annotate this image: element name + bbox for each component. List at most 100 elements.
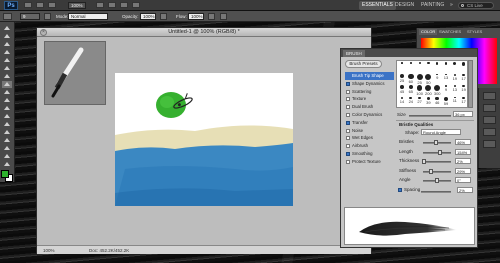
brush-tip[interactable]: 46 <box>433 96 441 107</box>
canvas-pasteboard[interactable] <box>37 37 371 245</box>
clone-stamp-tool[interactable] <box>2 89 12 96</box>
brush-tip[interactable]: 45 <box>398 85 406 95</box>
quick-select-tool[interactable] <box>2 49 12 56</box>
tab-styles[interactable]: STYLES <box>465 29 484 35</box>
hand-tool-icon[interactable] <box>96 2 104 8</box>
spacing-slider[interactable] <box>421 191 451 193</box>
brush-tip[interactable]: 11 <box>451 96 459 107</box>
flow-field[interactable]: 100% <box>188 13 204 20</box>
brush-tip[interactable]: 9 <box>442 85 450 95</box>
brush-option-checkbox[interactable] <box>346 136 350 141</box>
move-tool[interactable] <box>2 25 12 32</box>
brush-tip[interactable]: 27 <box>416 96 424 107</box>
brush-presets-button[interactable]: Brush Presets <box>345 60 382 68</box>
brush-option-checkbox[interactable] <box>346 120 350 125</box>
paths-icon[interactable] <box>483 140 496 148</box>
brush-option-row[interactable]: Protect Texture <box>345 158 394 166</box>
airbrush-icon[interactable] <box>208 13 215 20</box>
type-tool[interactable] <box>2 137 12 144</box>
brush-tip[interactable] <box>424 62 432 72</box>
masks-icon[interactable] <box>483 104 496 112</box>
spacing-field[interactable]: 2% <box>457 187 473 193</box>
workspace-essentials[interactable]: ESSENTIALS <box>359 1 396 10</box>
brush-tip[interactable]: 17 <box>460 73 468 84</box>
brush-tip[interactable]: 200 <box>424 85 432 96</box>
brush-option-checkbox[interactable] <box>346 151 350 156</box>
document-canvas[interactable] <box>115 73 293 206</box>
slider-value-field[interactable]: 2% <box>455 158 471 164</box>
brush-option-row[interactable]: Wet Edges <box>345 134 394 142</box>
slider-thumb[interactable] <box>435 178 439 183</box>
brush-tip-scrollbar[interactable] <box>468 60 473 108</box>
brush-option-checkbox[interactable] <box>346 159 350 164</box>
brush-tip[interactable]: 9 <box>433 73 441 84</box>
brush-tip[interactable]: 13 <box>451 85 459 95</box>
brush-tip[interactable] <box>416 62 424 72</box>
brush-tip[interactable]: 39 <box>424 96 432 107</box>
brush-tip[interactable] <box>451 62 459 72</box>
brush-option-row[interactable]: Dual Brush <box>345 103 394 111</box>
healing-brush-tool[interactable] <box>2 73 12 80</box>
workspace-design[interactable]: DESIGN <box>392 1 417 10</box>
brush-tool-preset-icon[interactable] <box>3 13 12 20</box>
zoom-field[interactable]: 100% <box>43 248 55 253</box>
brush-tip[interactable]: 25 <box>416 73 424 85</box>
mode-select[interactable]: Normal <box>68 13 108 20</box>
brush-tip[interactable]: 50 <box>424 73 432 85</box>
arrange-documents-icon[interactable] <box>120 2 128 8</box>
brush-tip[interactable] <box>398 62 406 72</box>
brush-option-row[interactable]: Color Dynamics <box>345 111 394 119</box>
slider-thumb[interactable] <box>437 149 442 155</box>
pen-tool[interactable] <box>2 129 12 136</box>
brush-tip[interactable]: 19 <box>460 85 468 95</box>
screen-mode-icon[interactable] <box>132 2 140 8</box>
shape-select[interactable]: Round Angle <box>421 129 461 135</box>
tablet-size-icon[interactable] <box>220 13 227 20</box>
slider-thumb[interactable] <box>429 168 434 174</box>
brush-option-row[interactable]: Noise <box>345 127 394 135</box>
brush-option-row[interactable]: Airbrush <box>345 142 394 150</box>
rotate-view-icon[interactable] <box>108 2 116 8</box>
brush-option-row[interactable]: Shape Dynamics <box>345 80 394 88</box>
document-titlebar[interactable]: × Untitled-1 @ 100% (RGB/8) * <box>37 28 371 37</box>
tab-brush[interactable]: BRUSH <box>343 50 365 57</box>
mini-bridge-icon[interactable] <box>36 2 44 8</box>
marquee-tool[interactable] <box>2 33 12 40</box>
brush-option-row[interactable]: Brush Tip Shape <box>345 72 394 80</box>
slider-track[interactable] <box>423 161 451 163</box>
layers-icon[interactable] <box>483 116 496 124</box>
more-workspaces-button[interactable]: » <box>447 1 456 10</box>
tablet-opacity-icon[interactable] <box>160 13 167 20</box>
dodge-tool[interactable] <box>2 121 12 128</box>
zoom-level-dropdown[interactable]: 100% <box>68 2 86 9</box>
slider-value-field[interactable]: 29% <box>455 167 471 174</box>
opacity-field[interactable]: 100% <box>140 13 156 20</box>
adjustments-icon[interactable] <box>483 92 496 100</box>
brush-tip-grid[interactable]: 25 60 25 50 9 13 19 17 45 65 100 200 300 9 13 19 14 24 27 3… <box>396 60 468 108</box>
brush-tip[interactable]: 14 <box>398 96 406 107</box>
brush-option-checkbox[interactable] <box>346 89 350 94</box>
hand-tool[interactable] <box>2 161 12 168</box>
brush-size-picker[interactable]: 9 <box>20 13 40 20</box>
brush-option-checkbox[interactable] <box>346 81 350 86</box>
slider-value-field[interactable]: 0° <box>455 177 471 183</box>
history-brush-tool[interactable] <box>2 97 12 104</box>
eraser-tool[interactable] <box>2 105 12 112</box>
brush-option-checkbox[interactable] <box>346 128 350 133</box>
brush-tip[interactable] <box>407 62 415 72</box>
brush-option-row[interactable]: Texture <box>345 95 394 103</box>
brush-tip[interactable]: 65 <box>407 85 415 95</box>
foreground-color-swatch[interactable] <box>1 170 9 178</box>
brush-tip[interactable] <box>460 62 468 72</box>
brush-tip[interactable]: 25 <box>398 73 406 84</box>
path-selection-tool[interactable] <box>2 145 12 152</box>
slider-thumb[interactable] <box>422 159 427 164</box>
slider-value-field[interactable]: 46% <box>455 139 471 145</box>
brush-tip[interactable]: 13 <box>442 73 450 84</box>
gradient-tool[interactable] <box>2 113 12 120</box>
shape-tool[interactable] <box>2 153 12 160</box>
brush-tip[interactable]: 59 <box>442 96 450 107</box>
channels-icon[interactable] <box>483 128 496 136</box>
brush-option-checkbox[interactable] <box>346 144 350 149</box>
brush-option-row[interactable]: Scattering <box>345 88 394 96</box>
